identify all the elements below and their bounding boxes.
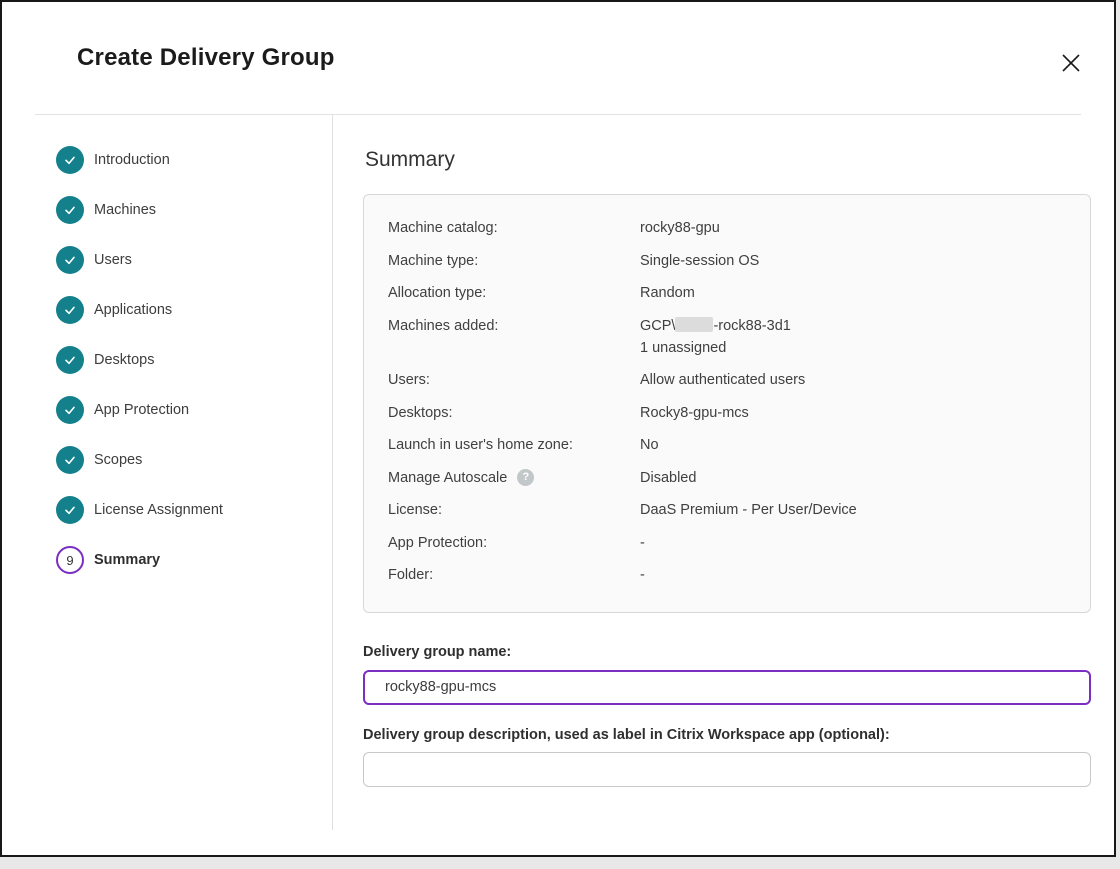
summary-row-label: Launch in user's home zone: (388, 434, 640, 456)
summary-row: Machine catalog: rocky88-gpu (388, 217, 1066, 239)
delivery-group-name-input[interactable] (363, 670, 1091, 705)
summary-row-label: Machine catalog: (388, 217, 640, 239)
sidebar-item-label: App Protection (94, 402, 189, 418)
sidebar-item-label: Summary (94, 552, 160, 568)
summary-row: Machine type: Single-session OS (388, 250, 1066, 272)
summary-row-value: Single-session OS (640, 250, 1066, 272)
summary-row: License: DaaS Premium - Per User/Device (388, 499, 1066, 521)
sidebar-item-app-protection[interactable]: App Protection (56, 385, 332, 435)
page-title: Create Delivery Group (77, 44, 335, 72)
summary-row: Allocation type: Random (388, 282, 1066, 304)
summary-row: Machines added: GCP\ -rock88-3d1 1 unassi… (388, 315, 1066, 359)
delivery-group-description-label: Delivery group description, used as labe… (363, 727, 1091, 743)
summary-row-value: Rocky8-gpu-mcs (640, 402, 1066, 424)
close-icon (1060, 52, 1082, 74)
summary-row-label: Users: (388, 369, 640, 391)
machines-added-prefix: GCP\ (640, 318, 675, 334)
sidebar-item-introduction[interactable]: Introduction (56, 135, 332, 185)
sidebar-item-label: License Assignment (94, 502, 223, 518)
summary-row-value: Disabled (640, 467, 1066, 489)
dialog-header: Create Delivery Group (2, 2, 1114, 114)
redacted-text (675, 317, 713, 332)
step-complete-icon (56, 396, 84, 424)
sidebar-item-license-assignment[interactable]: License Assignment (56, 485, 332, 535)
sidebar-item-desktops[interactable]: Desktops (56, 335, 332, 385)
summary-row-value: GCP\ -rock88-3d1 1 unassigned (640, 315, 1066, 359)
sidebar-item-scopes[interactable]: Scopes (56, 435, 332, 485)
sidebar-item-label: Machines (94, 202, 156, 218)
summary-row-label: Manage Autoscale ? (388, 467, 640, 489)
sidebar-item-machines[interactable]: Machines (56, 185, 332, 235)
delivery-group-description-input[interactable] (363, 752, 1091, 787)
summary-row-value: - (640, 564, 1066, 586)
summary-row-label: App Protection: (388, 532, 640, 554)
step-number-badge: 9 (56, 546, 84, 574)
step-complete-icon (56, 296, 84, 324)
step-complete-icon (56, 496, 84, 524)
summary-row-label: Machine type: (388, 250, 640, 272)
summary-row-label: Folder: (388, 564, 640, 586)
summary-row-value: rocky88-gpu (640, 217, 1066, 239)
summary-row-label: Machines added: (388, 315, 640, 359)
help-icon[interactable]: ? (517, 469, 534, 486)
machines-added-line2: 1 unassigned (640, 340, 726, 356)
create-delivery-group-dialog: Create Delivery Group Introduction (0, 0, 1116, 857)
summary-row-value: - (640, 532, 1066, 554)
sidebar-item-label: Applications (94, 302, 172, 318)
sidebar-item-label: Introduction (94, 152, 170, 168)
delivery-group-name-label: Delivery group name: (363, 644, 1091, 660)
summary-row: Folder: - (388, 564, 1066, 586)
sidebar-item-label: Desktops (94, 352, 154, 368)
summary-row-label: Allocation type: (388, 282, 640, 304)
sidebar-item-users[interactable]: Users (56, 235, 332, 285)
step-complete-icon (56, 196, 84, 224)
summary-row: Manage Autoscale ? Disabled (388, 467, 1066, 489)
summary-row-label: Desktops: (388, 402, 640, 424)
wizard-steps-sidebar: Introduction Machines Users Applications (2, 115, 333, 830)
step-complete-icon (56, 146, 84, 174)
sidebar-item-label: Scopes (94, 452, 142, 468)
summary-panel: Machine catalog: rocky88-gpu Machine typ… (363, 194, 1091, 613)
sidebar-item-summary[interactable]: 9 Summary (56, 535, 332, 585)
step-complete-icon (56, 346, 84, 374)
summary-row-value: DaaS Premium - Per User/Device (640, 499, 1066, 521)
step-complete-icon (56, 246, 84, 274)
sidebar-item-applications[interactable]: Applications (56, 285, 332, 335)
step-complete-icon (56, 446, 84, 474)
machines-added-suffix: -rock88-3d1 (713, 318, 790, 334)
summary-row: App Protection: - (388, 532, 1066, 554)
summary-row: Users: Allow authenticated users (388, 369, 1066, 391)
summary-row-label: License: (388, 499, 640, 521)
summary-row: Launch in user's home zone: No (388, 434, 1066, 456)
close-button[interactable] (1058, 50, 1084, 76)
summary-row-value: No (640, 434, 1066, 456)
summary-row: Desktops: Rocky8-gpu-mcs (388, 402, 1066, 424)
summary-row-value: Allow authenticated users (640, 369, 1066, 391)
sidebar-item-label: Users (94, 252, 132, 268)
summary-page: Summary Machine catalog: rocky88-gpu Mac… (333, 115, 1114, 855)
summary-heading: Summary (365, 148, 1114, 172)
summary-row-value: Random (640, 282, 1066, 304)
